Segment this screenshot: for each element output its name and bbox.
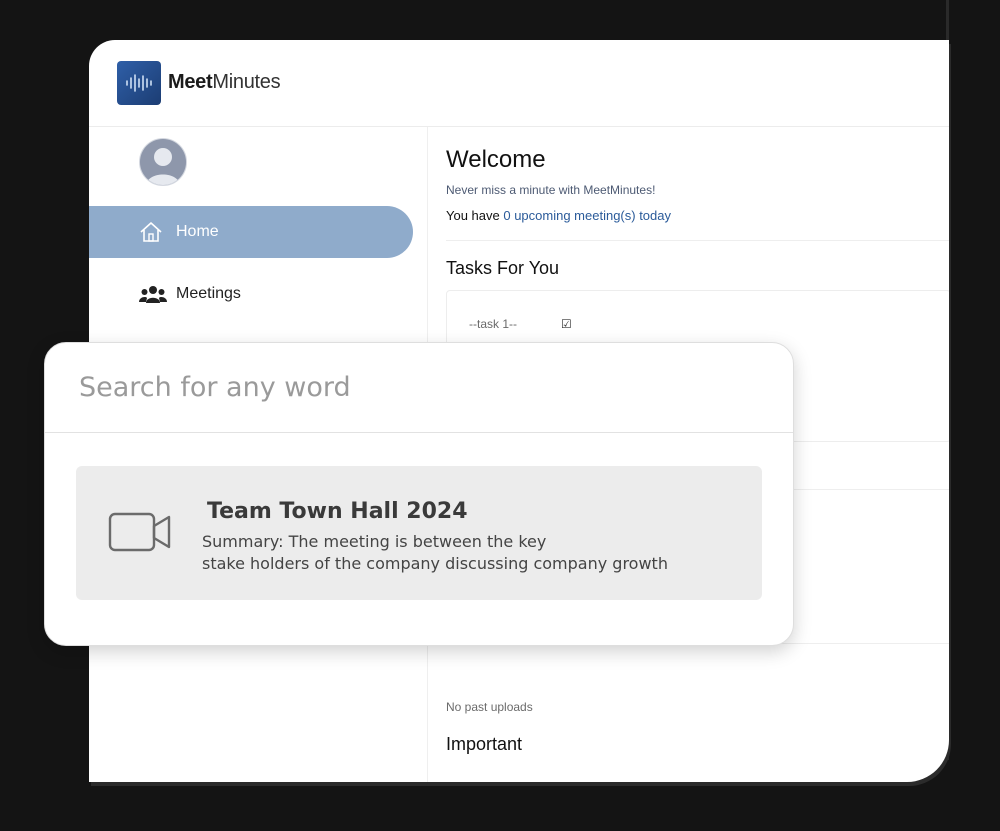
task-label: --task 1--	[469, 317, 517, 331]
app-header: MeetMinutes	[89, 40, 949, 127]
user-silhouette-icon	[140, 139, 186, 185]
task-checkbox-icon[interactable]: ☑	[561, 317, 572, 331]
summary-line: Summary: The meeting is between the key	[202, 532, 547, 551]
sidebar-item-meetings[interactable]: Meetings	[89, 269, 413, 319]
screen: MeetMinutes Home Meetings Welcome Never …	[0, 0, 1000, 831]
brand-name-part1: Meet	[168, 71, 213, 93]
home-icon	[139, 221, 163, 243]
upcoming-prefix: You have	[446, 208, 504, 223]
search-result-item[interactable]: Team Town Hall 2024 Summary: The meeting…	[76, 466, 762, 600]
upcoming-meetings-link[interactable]: 0 upcoming meeting(s) today	[503, 208, 671, 223]
important-section-title: Important	[446, 734, 523, 754]
summary-line: stake holders of the company discussing …	[202, 554, 668, 573]
avatar[interactable]	[139, 138, 187, 186]
search-result-summary: Summary: The meeting is between the key …	[202, 531, 762, 575]
search-result-title: Team Town Hall 2024	[207, 499, 468, 524]
divider	[446, 240, 949, 241]
past-uploads-text: No past uploads	[446, 700, 533, 714]
sidebar-item-label: Meetings	[176, 285, 241, 302]
tasks-section-title: Tasks For You	[446, 258, 560, 278]
people-group-icon	[139, 284, 167, 304]
video-camera-icon	[108, 511, 172, 558]
brand-name: MeetMinutes	[168, 71, 281, 94]
search-popup: Team Town Hall 2024 Summary: The meeting…	[44, 342, 794, 646]
brand-name-part2: Minutes	[212, 71, 281, 93]
sidebar-item-home[interactable]: Home	[89, 206, 413, 258]
welcome-subtitle: Never miss a minute with MeetMinutes!	[446, 183, 656, 197]
sidebar-item-label: Home	[176, 223, 219, 240]
soundwave-logo-icon[interactable]	[117, 61, 161, 105]
page-title: Welcome	[446, 146, 546, 173]
search-input[interactable]	[45, 343, 793, 433]
upcoming-meetings-text: You have 0 upcoming meeting(s) today	[446, 208, 671, 223]
